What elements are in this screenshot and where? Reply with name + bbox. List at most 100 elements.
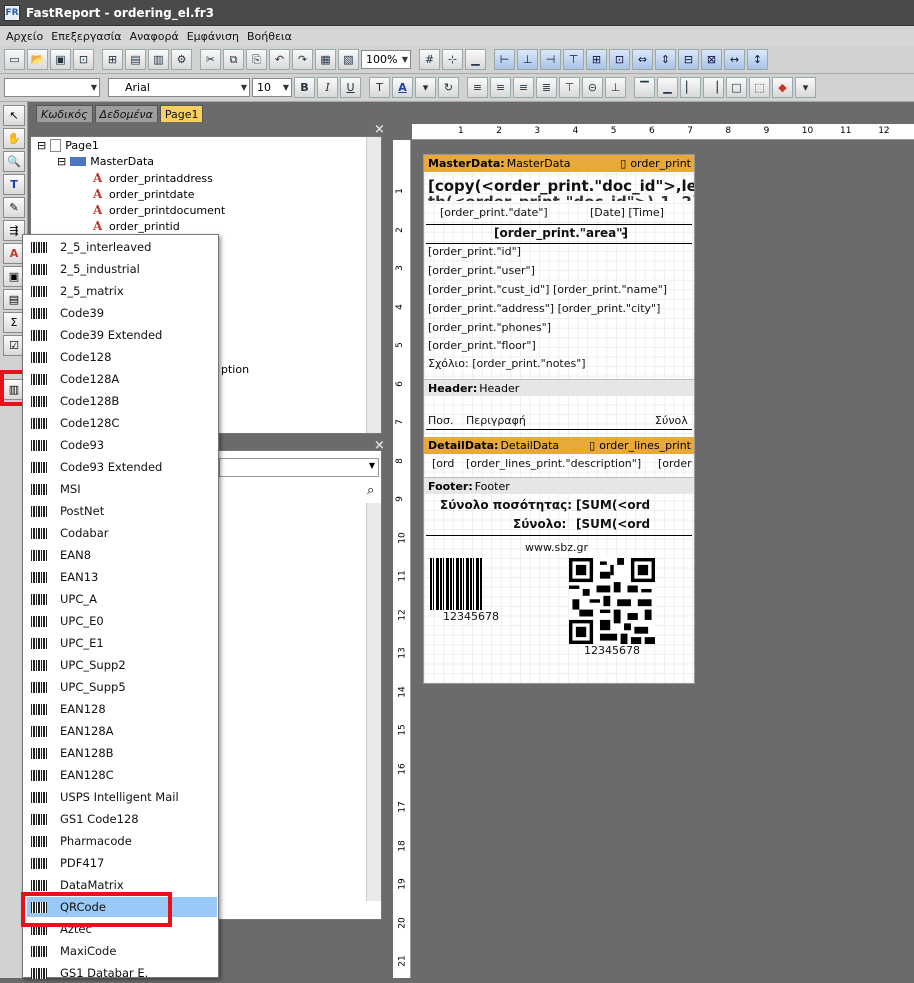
masterdata-band-header[interactable]: MasterData: MasterData ▯ order_print bbox=[424, 155, 694, 172]
format-painter-icon[interactable]: ✎ bbox=[3, 197, 25, 218]
text-bottom-icon[interactable]: ⊥ bbox=[605, 77, 626, 98]
zoom-combo[interactable]: 100% ▼ bbox=[361, 50, 411, 69]
save-icon[interactable]: ▣ bbox=[50, 49, 71, 70]
space-vert-icon[interactable]: ⇕ bbox=[655, 49, 676, 70]
new-dialog-icon[interactable]: ▤ bbox=[125, 49, 146, 70]
new-icon[interactable]: ▭ bbox=[4, 49, 25, 70]
detail-description[interactable]: [order_lines_print."description"] bbox=[466, 457, 641, 470]
barcode-menu-item[interactable]: USPS Intelligent Mail bbox=[27, 787, 217, 807]
tree-item[interactable]: Aorder_printdocument bbox=[93, 203, 225, 217]
menu-help[interactable]: Βοήθεια bbox=[243, 30, 296, 43]
align-bottom-icon[interactable]: ▁ bbox=[465, 49, 486, 70]
barcode-menu-item[interactable]: Code39 bbox=[27, 303, 217, 323]
tree-item-partial[interactable]: ption bbox=[221, 363, 249, 376]
tree-node-masterdata[interactable]: ⊟ MasterData bbox=[57, 155, 154, 168]
barcode-menu-item[interactable]: UPC_Supp2 bbox=[27, 655, 217, 675]
barcode-menu-item[interactable]: Code39 Extended bbox=[27, 325, 217, 345]
same-height-icon[interactable]: ↕ bbox=[747, 49, 768, 70]
field-user[interactable]: [order_print."user"] bbox=[428, 264, 535, 277]
header-description[interactable]: Περιγραφή bbox=[466, 414, 526, 427]
barcode-menu-item[interactable]: Code128 bbox=[27, 347, 217, 367]
underline-icon[interactable]: U bbox=[340, 77, 361, 98]
align-base-icon[interactable]: ⊡ bbox=[609, 49, 630, 70]
group-icon[interactable]: ▦ bbox=[315, 49, 336, 70]
menu-view[interactable]: Εμφάνιση bbox=[183, 30, 243, 43]
rotation-icon[interactable]: ↻ bbox=[438, 77, 459, 98]
text-right-icon[interactable]: ≡ bbox=[513, 77, 534, 98]
tab-data[interactable]: Δεδομένα bbox=[94, 105, 158, 122]
barcode-menu-item[interactable]: GS1 Code128 bbox=[27, 809, 217, 829]
font-color-icon[interactable]: A bbox=[392, 77, 413, 98]
grid-icon[interactable]: # bbox=[419, 49, 440, 70]
new-page-icon[interactable]: ⊞ bbox=[102, 49, 123, 70]
detaildata-band-header[interactable]: DetailData: DetailData ▯ order_lines_print bbox=[424, 437, 694, 454]
menu-file[interactable]: Αρχείο bbox=[2, 30, 47, 43]
close-icon[interactable]: × bbox=[374, 122, 385, 137]
barcode-menu-item[interactable]: EAN13 bbox=[27, 567, 217, 587]
tree-item[interactable]: Aorder_printaddress bbox=[93, 171, 213, 185]
frame-top-icon[interactable]: ▔ bbox=[634, 77, 655, 98]
text-top-icon[interactable]: ⊤ bbox=[559, 77, 580, 98]
italic-icon[interactable]: I bbox=[317, 77, 338, 98]
font-name-combo[interactable]: Arial ▼ bbox=[108, 78, 250, 97]
align-top-icon[interactable]: ⊤ bbox=[563, 49, 584, 70]
cut-icon[interactable]: ✂ bbox=[200, 49, 221, 70]
footer-qty-value[interactable]: [SUM(<ord bbox=[576, 498, 650, 512]
frame-all-icon[interactable]: □ bbox=[726, 77, 747, 98]
text-justify-icon[interactable]: ≣ bbox=[536, 77, 557, 98]
barcode-menu-item[interactable]: EAN8 bbox=[27, 545, 217, 565]
align-left-icon[interactable]: ⊢ bbox=[494, 49, 515, 70]
text-vcenter-icon[interactable]: ⊝ bbox=[582, 77, 603, 98]
barcode-menu-item[interactable]: EAN128B bbox=[27, 743, 217, 763]
frame-bottom-icon[interactable]: ▁ bbox=[657, 77, 678, 98]
field-notes[interactable]: Σχόλιο: [order_print."notes"] bbox=[428, 357, 586, 370]
barcode-menu-item[interactable]: UPC_E0 bbox=[27, 611, 217, 631]
detail-qty[interactable]: [ord bbox=[432, 457, 454, 470]
inspector-scrollbar[interactable] bbox=[366, 503, 381, 901]
text-left-icon[interactable]: ≡ bbox=[467, 77, 488, 98]
barcode-menu-item[interactable]: UPC_A bbox=[27, 589, 217, 609]
field-customer[interactable]: [order_print."cust_id"] [order_print."na… bbox=[428, 283, 667, 296]
space-horz-icon[interactable]: ⇔ bbox=[632, 49, 653, 70]
align-center-icon[interactable]: ⊥ bbox=[517, 49, 538, 70]
text-center-icon[interactable]: ≡ bbox=[490, 77, 511, 98]
barcode-menu-item[interactable]: MSI bbox=[27, 479, 217, 499]
tree-item[interactable]: Aorder_printdate bbox=[93, 187, 194, 201]
font-size-combo[interactable]: 10 ▼ bbox=[252, 78, 292, 97]
barcode-menu-item[interactable]: EAN128C bbox=[27, 765, 217, 785]
barcode-menu-item[interactable]: 2_5_interleaved bbox=[27, 237, 217, 257]
barcode-menu-item[interactable]: Pharmacode bbox=[27, 831, 217, 851]
qrcode[interactable] bbox=[569, 558, 655, 644]
bold-icon[interactable]: B bbox=[294, 77, 315, 98]
barcode-menu-item[interactable]: UPC_Supp5 bbox=[27, 677, 217, 697]
frame-left-icon[interactable]: ▏ bbox=[680, 77, 701, 98]
undo-icon[interactable]: ↶ bbox=[269, 49, 290, 70]
barcode-menu-item[interactable]: Code93 bbox=[27, 435, 217, 455]
center-horz-icon[interactable]: ⊟ bbox=[678, 49, 699, 70]
fit-grid-icon[interactable]: ⊹ bbox=[442, 49, 463, 70]
style-combo[interactable]: ▼ bbox=[4, 78, 100, 97]
frame-none-icon[interactable]: ⬚ bbox=[749, 77, 770, 98]
barcode-menu-item[interactable]: GS1 Databar E. bbox=[27, 963, 217, 983]
date-field[interactable]: [order_print."date"] bbox=[440, 206, 548, 219]
barcode-menu-item[interactable]: Code128A bbox=[27, 369, 217, 389]
tab-code[interactable]: Κωδικός bbox=[36, 105, 93, 122]
barcode-menu-item[interactable]: Code128C bbox=[27, 413, 217, 433]
footer-band-header[interactable]: Footer: Footer bbox=[424, 477, 694, 494]
barcode-menu-item[interactable]: 2_5_industrial bbox=[27, 259, 217, 279]
barcode-menu-item[interactable]: MaxiCode bbox=[27, 941, 217, 961]
footer-qty-label[interactable]: Σύνολο ποσότητας: bbox=[440, 498, 572, 512]
align-right-icon[interactable]: ⊣ bbox=[540, 49, 561, 70]
barcode-menu-item[interactable]: PDF417 bbox=[27, 853, 217, 873]
date-time-field[interactable]: [Date] [Time] bbox=[590, 206, 664, 219]
tab-page1[interactable]: Page1 bbox=[159, 105, 204, 122]
select-tool-icon[interactable]: ↖ bbox=[3, 105, 25, 126]
paste-icon[interactable]: ⎘ bbox=[246, 49, 267, 70]
redo-icon[interactable]: ↷ bbox=[292, 49, 313, 70]
area-field[interactable]: [order_print."area"] bbox=[494, 226, 628, 240]
barcode-menu-item[interactable]: UPC_E1 bbox=[27, 633, 217, 653]
field-id[interactable]: [order_print."id"] bbox=[428, 245, 521, 258]
barcode-menu-item[interactable]: EAN128 bbox=[27, 699, 217, 719]
barcode-menu-item[interactable]: 2_5_matrix bbox=[27, 281, 217, 301]
barcode-menu-item[interactable]: PostNet bbox=[27, 501, 217, 521]
